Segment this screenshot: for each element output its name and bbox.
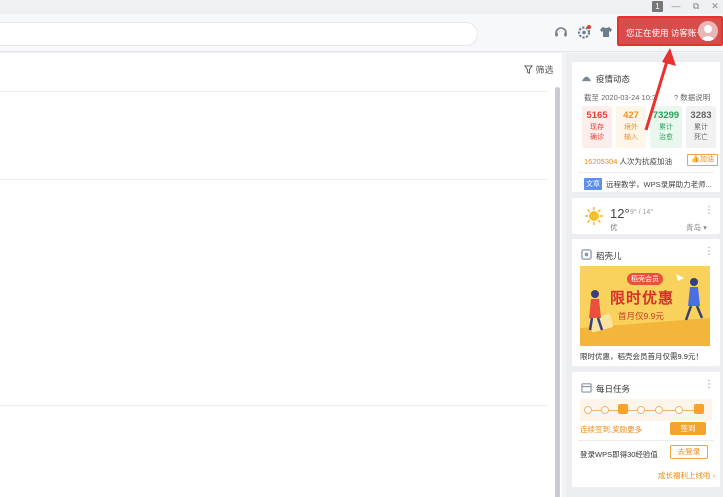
gift-icon xyxy=(618,404,628,414)
weather-card: 12° 9° / 14° 优 青岛 ▾ ⋮ xyxy=(572,198,720,234)
stat-label: 确诊 xyxy=(590,134,604,141)
daily-tasks-card: 每日任务 ⋮ 连续签到,奖励更多 签到 登录WPS即得30经验值 去登录 成长福… xyxy=(572,372,720,487)
stat-label: 累计 xyxy=(694,124,708,131)
stat-total-cured: 73299 累计 治愈 xyxy=(650,106,682,148)
epidemic-icon xyxy=(581,76,592,82)
avatar[interactable] xyxy=(698,21,718,41)
card-divider xyxy=(578,172,714,173)
stat-current-confirmed: 5165 现存 确诊 xyxy=(582,106,612,148)
more-options-icon[interactable]: ⋮ xyxy=(704,380,714,390)
task-description: 登录WPS即得30经验值 xyxy=(580,450,658,459)
user-avatar-icon xyxy=(700,25,716,41)
gift-icon xyxy=(694,404,704,414)
right-side-panel: 疫情动态 截至 2020-03-24 10:3 ? 数据说明 5165 现存 确… xyxy=(566,53,723,497)
promo-banner[interactable]: 稻壳会员 限时优惠 首月仅9.9元 xyxy=(580,266,710,346)
day-dot xyxy=(655,406,663,414)
window-count-badge: 1 xyxy=(652,1,663,12)
more-options-icon[interactable]: ⋮ xyxy=(704,247,714,257)
window-titlebar: 1 — ⧉ ✕ xyxy=(0,0,723,14)
stat-imported: 427 境外 输入 xyxy=(616,106,646,148)
temperature-range: 9° / 14° xyxy=(630,209,654,216)
login-status-text: 您正在使用 访客账号 xyxy=(626,27,705,39)
docer-card: 稻壳儿 ⋮ 稻壳会员 限时优惠 首月仅9.9元 限时优惠，稻壳会员首月仅需9.9… xyxy=(572,239,720,366)
go-login-button[interactable]: 去登录 xyxy=(670,445,708,459)
task-calendar-icon xyxy=(581,383,592,393)
growth-benefits-link[interactable]: 成长福利上线啦 › xyxy=(658,470,715,481)
cheer-button-label: 加油 xyxy=(699,156,714,163)
news-tag: 文章 xyxy=(584,178,602,190)
temperature: 12° xyxy=(610,206,630,221)
docer-logo-icon xyxy=(581,249,592,260)
stat-value: 73299 xyxy=(652,110,680,121)
login-prefix: 您正在使用 xyxy=(626,28,669,38)
list-divider xyxy=(0,91,548,92)
docer-title: 稻壳儿 xyxy=(596,251,622,261)
minimize-button[interactable]: — xyxy=(668,0,684,14)
stat-label: 死亡 xyxy=(694,134,708,141)
filter-funnel-icon xyxy=(524,65,533,74)
data-help-link[interactable]: ? 数据说明 xyxy=(674,92,710,103)
stat-value: 5165 xyxy=(586,110,608,121)
day-dot xyxy=(584,406,592,414)
cheer-text: 人次为抗疫加油 xyxy=(617,157,672,166)
epidemic-title: 疫情动态 xyxy=(596,74,631,84)
restore-button[interactable]: ⧉ xyxy=(688,0,704,14)
stat-label: 境外 xyxy=(624,124,638,131)
list-divider xyxy=(0,405,548,406)
filter-label: 筛选 xyxy=(535,65,554,75)
promo-headline: 限时优惠 xyxy=(610,290,675,307)
skin-shirt-icon[interactable] xyxy=(598,24,614,40)
card-divider xyxy=(578,440,714,441)
stat-total-deaths: 3283 累计 死亡 xyxy=(686,106,716,148)
city-selector[interactable]: 青岛 ▾ xyxy=(686,222,707,233)
stat-value: 427 xyxy=(623,110,639,121)
city-name: 青岛 xyxy=(686,223,701,232)
cheer-button[interactable]: 👍加油 xyxy=(687,154,718,166)
day-dot xyxy=(601,406,609,414)
news-link[interactable]: 远程教学，WPS录屏助力老师... xyxy=(606,179,712,190)
top-toolbar: 您正在使用 访客账号 xyxy=(0,14,723,52)
air-quality: 优 xyxy=(610,223,618,232)
stat-label: 治愈 xyxy=(659,134,673,141)
tasks-title: 每日任务 xyxy=(596,384,631,394)
thumbs-up-icon: 👍 xyxy=(691,156,700,163)
more-options-icon[interactable]: ⋮ xyxy=(704,206,714,216)
settings-gear-icon[interactable] xyxy=(576,24,592,40)
promo-caption-link[interactable]: 限时优惠，稻壳会员首月仅需9.9元！ xyxy=(580,351,703,362)
visitor-account-button[interactable]: 您正在使用 访客账号 xyxy=(617,16,723,46)
cheer-count-text: 16205304 人次为抗疫加油 xyxy=(584,156,672,167)
search-input[interactable] xyxy=(0,22,478,46)
day-dot xyxy=(675,406,683,414)
filter-button[interactable]: 筛选 xyxy=(524,63,554,76)
sign-in-button[interactable]: 签到 xyxy=(670,422,706,435)
data-help-label: 数据说明 xyxy=(680,93,711,102)
stat-label: 输入 xyxy=(624,134,638,141)
sign-in-hint: 连续签到,奖励更多 xyxy=(580,425,643,434)
headset-icon[interactable] xyxy=(553,24,569,40)
document-list-area: 筛选 xyxy=(0,53,562,497)
sun-icon xyxy=(585,207,603,225)
stat-value: 3283 xyxy=(690,110,712,121)
promo-badge: 稻壳会员 xyxy=(627,273,663,285)
close-button[interactable]: ✕ xyxy=(707,0,723,14)
list-divider xyxy=(0,179,548,180)
epidemic-date: 截至 2020-03-24 10:3 xyxy=(584,93,657,102)
day-dot xyxy=(637,406,645,414)
chevron-down-icon: ▾ xyxy=(703,223,707,232)
epidemic-card: 疫情动态 截至 2020-03-24 10:3 ? 数据说明 5165 现存 确… xyxy=(572,62,720,192)
cheer-count: 16205304 xyxy=(584,157,618,166)
sign-in-progress xyxy=(580,399,712,421)
list-scrollbar[interactable] xyxy=(555,87,560,497)
stat-label: 累计 xyxy=(659,124,673,131)
promo-subtitle: 首月仅9.9元 xyxy=(618,311,664,321)
help-icon: ? xyxy=(674,93,679,102)
stat-label: 现存 xyxy=(590,124,604,131)
